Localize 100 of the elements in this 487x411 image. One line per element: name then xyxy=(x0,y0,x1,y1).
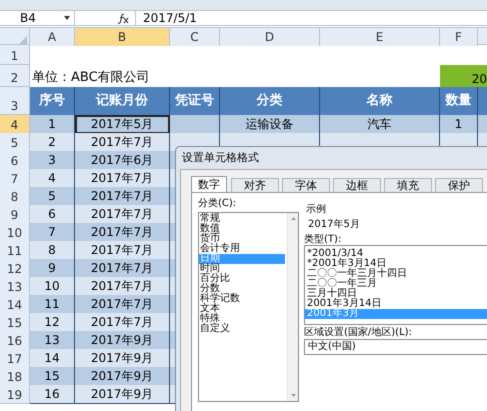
row-header[interactable]: 7 xyxy=(0,169,30,188)
table-cell: 3 xyxy=(30,151,75,170)
scroll-up-icon[interactable] xyxy=(290,217,296,220)
category-label: 分类(C): xyxy=(198,199,238,211)
formula-field[interactable]: 2017/5/1 xyxy=(135,11,487,25)
row-header[interactable]: 10 xyxy=(0,223,30,242)
category-item[interactable]: 时间 xyxy=(199,264,285,274)
tab[interactable]: 字体 xyxy=(282,178,330,192)
column-header[interactable]: C xyxy=(170,28,220,46)
table-header: 记账月份 xyxy=(75,87,170,115)
type-item[interactable]: *2001年3月14日 xyxy=(305,259,487,269)
tab[interactable]: 数字 xyxy=(191,176,227,192)
table-cell: 15 xyxy=(30,367,75,386)
column-header[interactable]: F xyxy=(440,28,478,46)
table-cell xyxy=(478,115,487,134)
tab[interactable]: 填充 xyxy=(384,178,432,192)
scroll-down-icon[interactable] xyxy=(290,394,296,397)
table-cell: 10 xyxy=(30,277,75,296)
table-cell: 2017年7月 xyxy=(75,133,170,152)
sample-label: 示例 xyxy=(305,203,327,216)
row-header[interactable]: 1 xyxy=(0,45,30,65)
row-header[interactable]: 3 xyxy=(0,87,30,115)
column-header[interactable]: B xyxy=(75,28,170,46)
table-header: 数量 xyxy=(440,87,478,115)
row-header[interactable]: 13 xyxy=(0,277,30,296)
table-cell: 2017年7月 xyxy=(75,295,170,314)
column-header[interactable]: A xyxy=(30,28,75,46)
table-cell: 2017年9月 xyxy=(75,331,170,350)
category-item[interactable]: 分数 xyxy=(199,284,285,294)
column-header[interactable]: D xyxy=(220,28,320,46)
row-header[interactable]: 9 xyxy=(0,205,30,224)
table-cell: 4 xyxy=(30,169,75,188)
table-cell: 2017年7月 xyxy=(75,241,170,260)
table-cell: 2017年7月 xyxy=(75,277,170,296)
table-cell: 2017年9月 xyxy=(75,367,170,386)
table-cell: 8 xyxy=(30,241,75,260)
tab[interactable]: 对齐 xyxy=(231,178,279,192)
row-header[interactable]: 14 xyxy=(0,295,30,314)
table-cell: 2017年7月 xyxy=(75,223,170,242)
category-item[interactable]: 数值 xyxy=(199,224,285,234)
table-cell: 2017年7月 xyxy=(75,205,170,224)
name-box[interactable]: B4 xyxy=(0,11,75,25)
table-cell: 2017年9月 xyxy=(75,385,170,404)
row-header[interactable]: 19 xyxy=(0,385,30,404)
function-icon[interactable] xyxy=(117,12,129,24)
table-cell: 14 xyxy=(30,349,75,368)
table-cell: 2017年7月 xyxy=(75,169,170,188)
row-header[interactable]: 4 xyxy=(0,115,30,134)
row-header[interactable]: 8 xyxy=(0,187,30,206)
category-item[interactable]: 自定义 xyxy=(199,324,285,334)
table-cell: 1 xyxy=(30,115,75,134)
tab[interactable]: 边框 xyxy=(333,178,381,192)
table-cell: 运输设备 xyxy=(220,115,320,134)
table-header: 凭证号 xyxy=(170,87,220,115)
category-item[interactable]: 科学记数 xyxy=(199,294,285,304)
category-item[interactable]: 会计专用 xyxy=(199,244,285,254)
row-header[interactable]: 6 xyxy=(0,151,30,170)
table-header: 序号 xyxy=(30,87,75,115)
type-item[interactable]: 二〇〇一年三月 xyxy=(305,279,487,289)
row-header[interactable]: 11 xyxy=(0,241,30,260)
row-header[interactable]: 12 xyxy=(0,259,30,278)
table-cell: 2017年7月 xyxy=(75,187,170,206)
row-header[interactable]: 15 xyxy=(0,313,30,332)
scrollbar[interactable] xyxy=(287,213,298,401)
unit-label: 单位：ABC有限公司 xyxy=(31,69,151,87)
table-cell: 12 xyxy=(30,313,75,332)
category-item[interactable]: 百分比 xyxy=(199,274,285,284)
type-item[interactable]: 2001年3月14日 xyxy=(305,299,487,309)
table-cell: 2017年6月 xyxy=(75,151,170,170)
row-header[interactable]: 18 xyxy=(0,367,30,386)
table-cell: 2017年7月 xyxy=(75,259,170,278)
table-cell: 9 xyxy=(30,259,75,278)
category-item[interactable]: 特殊 xyxy=(199,314,285,324)
row-header[interactable]: 16 xyxy=(0,331,30,350)
row-header[interactable]: 17 xyxy=(0,349,30,368)
table-cell: 5 xyxy=(30,187,75,206)
type-item[interactable]: *2001/3/14 xyxy=(305,249,487,259)
table-cell: 1 xyxy=(440,115,478,134)
table-cell: 6 xyxy=(30,205,75,224)
type-item[interactable]: 三月十四日 xyxy=(305,289,487,299)
dropdown-arrow-icon xyxy=(64,16,70,20)
category-item[interactable]: 货币 xyxy=(199,234,285,244)
row-header[interactable]: 5 xyxy=(0,133,30,152)
dialog-title: 设置单元格格式 xyxy=(181,150,260,166)
table-cell: 16 xyxy=(30,385,75,404)
category-item[interactable]: 常规 xyxy=(199,214,285,224)
locale-dropdown[interactable]: 中文(中国) xyxy=(304,339,487,355)
table-cell: 2017年9月 xyxy=(75,349,170,368)
column-header[interactable]: E xyxy=(320,28,440,46)
table-header: 名称 xyxy=(320,87,440,115)
row-header[interactable]: 2 xyxy=(0,65,30,87)
table-cell: 13 xyxy=(30,331,75,350)
sample-value: 2017年5月 xyxy=(307,218,361,232)
type-item[interactable]: 二〇〇一年三月十四日 xyxy=(305,269,487,279)
table-cell: 7 xyxy=(30,223,75,242)
table-header: 分类 xyxy=(220,87,320,115)
category-item[interactable]: 文本 xyxy=(199,304,285,314)
tab[interactable]: 保护 xyxy=(435,178,483,192)
table-cell: 2017年7月 xyxy=(75,313,170,332)
table-cell: 汽车 xyxy=(320,115,440,134)
